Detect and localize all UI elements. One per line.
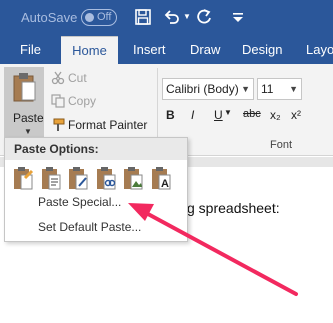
scissors-icon	[51, 71, 65, 85]
paste-button[interactable]: Paste ▼	[4, 67, 44, 139]
more-icon[interactable]	[228, 7, 248, 27]
paste-options-menu: Paste Options: A Paste Special... Set De…	[4, 137, 188, 242]
paste-label: Paste	[13, 111, 44, 125]
font-size-value: 11	[261, 82, 274, 96]
undo-icon[interactable]	[162, 7, 182, 27]
toggle-knob	[85, 12, 94, 22]
superscript-button[interactable]: x²	[291, 108, 301, 122]
title-bar: AutoSave Off ▼	[0, 0, 333, 36]
paste-options-header: Paste Options:	[14, 142, 99, 156]
format-painter-icon	[53, 118, 65, 131]
save-icon[interactable]	[133, 7, 153, 27]
merge-formatting-icon[interactable]	[41, 166, 63, 192]
clipboard-icon	[13, 73, 36, 102]
autosave-label: AutoSave	[21, 10, 78, 25]
tab-home[interactable]: Home	[61, 36, 118, 64]
chevron-down-icon: ▼	[241, 84, 250, 94]
format-painter-button[interactable]: Format Painter	[68, 118, 147, 132]
subscript-button[interactable]: x₂	[270, 108, 281, 122]
bold-button[interactable]: B	[166, 108, 175, 122]
svg-text:A: A	[161, 178, 169, 190]
keep-text-only-icon[interactable]: A	[151, 166, 173, 192]
copy-button[interactable]: Copy	[68, 94, 96, 108]
underline-dropdown-icon[interactable]: ▼	[224, 108, 232, 117]
use-destination-styles-icon[interactable]	[68, 166, 90, 192]
font-size-dropdown[interactable]: 11 ▼	[257, 78, 302, 100]
set-default-paste-item[interactable]: Set Default Paste...	[38, 220, 141, 234]
picture-paste-icon[interactable]	[123, 166, 145, 192]
paste-special-item[interactable]: Paste Special...	[38, 195, 121, 209]
autosave-state: Off	[97, 11, 112, 23]
italic-button[interactable]: I	[191, 108, 194, 122]
document-text: g spreadsheet:	[187, 200, 280, 216]
copy-icon	[51, 94, 65, 108]
tab-draw[interactable]: Draw	[190, 36, 220, 64]
tab-file[interactable]: File	[20, 36, 41, 64]
autosave-toggle[interactable]: Off	[81, 9, 117, 26]
ribbon-divider	[157, 68, 158, 146]
ribbon-tabs: File Home Insert Draw Design Layo	[0, 36, 333, 64]
font-name-dropdown[interactable]: Calibri (Body) ▼	[162, 78, 254, 100]
link-paste-icon[interactable]	[96, 166, 118, 192]
tab-design[interactable]: Design	[242, 36, 282, 64]
chevron-down-icon: ▼	[289, 84, 298, 94]
font-group-label: Font	[270, 139, 293, 151]
strikethrough-button[interactable]: abc	[243, 108, 261, 120]
underline-button[interactable]: U	[214, 108, 223, 122]
tab-insert[interactable]: Insert	[133, 36, 166, 64]
redo-icon[interactable]	[194, 7, 214, 27]
font-name-value: Calibri (Body)	[166, 82, 239, 96]
tab-layout[interactable]: Layo	[306, 36, 333, 64]
menu-header: Paste Options:	[5, 138, 187, 160]
cut-button[interactable]: Cut	[68, 71, 87, 85]
paste-dropdown-icon[interactable]: ▼	[24, 127, 32, 136]
keep-source-formatting-icon[interactable]	[13, 166, 35, 192]
